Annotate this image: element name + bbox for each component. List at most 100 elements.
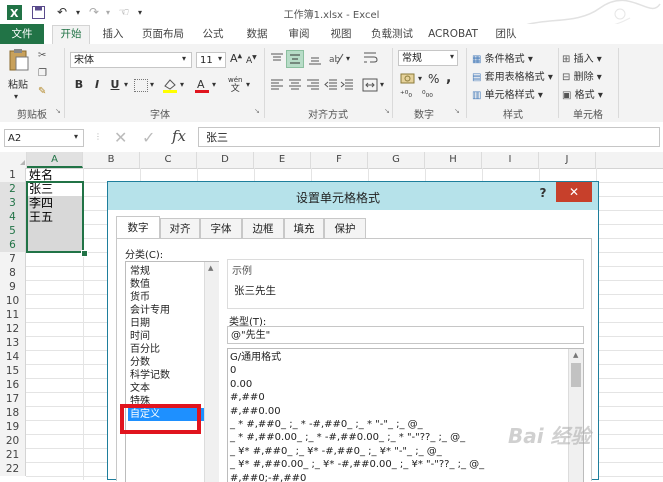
tab-protection[interactable]: 保护	[324, 218, 366, 238]
shrink-font-icon[interactable]: A▼	[246, 54, 257, 66]
bold-button[interactable]: B	[72, 78, 86, 92]
format-code-scrollbar[interactable]: ▲	[568, 349, 583, 482]
format-code-item[interactable]: #,##0;-#,##0	[230, 472, 306, 482]
tab-view[interactable]: 视图	[324, 26, 358, 44]
insert-function-button[interactable]: fx	[172, 127, 186, 145]
format-code-item[interactable]: 0.00	[230, 378, 252, 391]
confirm-entry-icon[interactable]: ✓	[142, 128, 155, 147]
row-header[interactable]: 18	[0, 406, 26, 420]
row-header[interactable]: 8	[0, 266, 26, 280]
italic-button[interactable]: I	[90, 78, 104, 92]
font-color-dropdown-icon[interactable]: ▾	[212, 80, 216, 89]
conditional-formatting-button[interactable]: ▦ 条件格式 ▾	[472, 50, 533, 65]
column-header-g[interactable]: G	[368, 152, 425, 168]
format-code-item[interactable]: _ * #,##0.00_ ;_ * -#,##0.00_ ;_ * "-"??…	[230, 431, 465, 444]
tab-number[interactable]: 数字	[116, 216, 160, 238]
number-launcher-icon[interactable]: ↘	[454, 107, 460, 115]
number-format-combobox[interactable]: 常规	[398, 50, 458, 66]
phonetic-icon[interactable]: wén 文	[228, 76, 242, 94]
underline-dropdown-icon[interactable]: ▾	[124, 80, 128, 89]
fill-handle[interactable]	[81, 250, 88, 257]
column-header-c[interactable]: C	[140, 152, 197, 168]
clipboard-launcher-icon[interactable]: ↘	[55, 107, 61, 115]
row-header[interactable]: 1	[0, 168, 26, 182]
row-header[interactable]: 10	[0, 294, 26, 308]
cancel-entry-icon[interactable]: ✕	[114, 128, 127, 147]
align-left-icon[interactable]	[270, 78, 284, 92]
row-header[interactable]: 6	[0, 238, 26, 252]
category-item[interactable]: 货币	[128, 291, 150, 304]
cell-a1[interactable]: 姓名	[27, 168, 83, 182]
row-header[interactable]: 15	[0, 364, 26, 378]
row-header[interactable]: 21	[0, 448, 26, 462]
increase-decimal-button[interactable]: ⁺⁰₀	[400, 90, 412, 100]
paste-dropdown-icon[interactable]: ▾	[14, 92, 18, 101]
tab-fill[interactable]: 填充	[284, 218, 324, 238]
paste-button[interactable]: 粘贴	[8, 76, 28, 91]
font-launcher-icon[interactable]: ↘	[254, 107, 260, 115]
format-code-item[interactable]: _ * #,##0_ ;_ * -#,##0_ ;_ * "-"_ ;_ @_	[230, 418, 423, 431]
row-header[interactable]: 16	[0, 378, 26, 392]
number-format-dropdown-icon[interactable]: ▾	[450, 52, 454, 61]
cell-styles-button[interactable]: ▥ 单元格样式 ▾	[472, 86, 543, 101]
row-header[interactable]: 3	[0, 196, 26, 210]
tab-review[interactable]: 审阅	[282, 26, 316, 44]
row-header[interactable]: 19	[0, 420, 26, 434]
name-box-dropdown-icon[interactable]: ▾	[74, 132, 78, 141]
decrease-indent-icon[interactable]	[324, 78, 338, 92]
font-color-icon[interactable]: A	[194, 77, 210, 93]
row-header[interactable]: 5	[0, 224, 26, 238]
percent-button[interactable]: %	[428, 72, 439, 86]
underline-button[interactable]: U	[108, 78, 122, 92]
column-header-a[interactable]: A	[27, 152, 83, 168]
format-painter-icon[interactable]: ✎	[38, 86, 46, 97]
format-code-item[interactable]: _ ¥* #,##0_ ;_ ¥* -#,##0_ ;_ ¥* "-"_ ;_ …	[230, 445, 442, 458]
close-button[interactable]: ✕	[556, 182, 592, 202]
border-dropdown-icon[interactable]: ▾	[150, 80, 154, 89]
currency-icon[interactable]	[400, 72, 416, 86]
category-item[interactable]: 分数	[128, 356, 150, 369]
format-code-item[interactable]: _ ¥* #,##0.00_ ;_ ¥* -#,##0.00_ ;_ ¥* "-…	[230, 458, 484, 471]
scroll-up-icon[interactable]: ▲	[573, 351, 578, 359]
scroll-up-icon[interactable]: ▲	[208, 264, 213, 272]
tab-data[interactable]: 数据	[240, 26, 274, 44]
row-header[interactable]: 7	[0, 252, 26, 266]
delete-cells-button[interactable]: ⊟ 删除 ▾	[562, 68, 602, 83]
fill-color-icon[interactable]	[162, 77, 178, 93]
category-item[interactable]: 科学记数	[128, 369, 170, 382]
align-top-icon[interactable]	[270, 52, 284, 66]
border-icon[interactable]	[134, 79, 148, 92]
category-listbox[interactable]: 常规 数值 货币 会计专用 日期 时间 百分比 分数 科学记数 文本 特殊 自定…	[125, 261, 219, 482]
merge-center-icon[interactable]	[362, 77, 378, 93]
tab-insert[interactable]: 插入	[96, 26, 130, 44]
column-header-i[interactable]: I	[482, 152, 539, 168]
scrollbar-thumb[interactable]	[571, 363, 581, 387]
align-middle-icon[interactable]	[286, 50, 304, 68]
tab-border[interactable]: 边框	[242, 218, 284, 238]
font-name-dropdown-icon[interactable]: ▾	[182, 54, 186, 63]
tab-load-test[interactable]: 负载测试	[366, 26, 418, 44]
column-header-j[interactable]: J	[539, 152, 596, 168]
column-header-b[interactable]: B	[83, 152, 140, 168]
orientation-dropdown-icon[interactable]: ▾	[346, 54, 350, 63]
category-item[interactable]: 会计专用	[128, 304, 170, 317]
alignment-launcher-icon[interactable]: ↘	[384, 107, 390, 115]
category-item[interactable]: 时间	[128, 330, 150, 343]
row-header[interactable]: 22	[0, 462, 26, 476]
type-input[interactable]: @"先生"	[227, 326, 584, 344]
column-header-d[interactable]: D	[197, 152, 254, 168]
column-header-h[interactable]: H	[425, 152, 482, 168]
format-as-table-button[interactable]: ▤ 套用表格格式 ▾	[472, 68, 553, 83]
category-item[interactable]: 数值	[128, 278, 150, 291]
phonetic-dropdown-icon[interactable]: ▾	[246, 80, 250, 89]
category-item[interactable]: 百分比	[128, 343, 160, 356]
column-header-f[interactable]: F	[311, 152, 368, 168]
increase-indent-icon[interactable]	[340, 78, 354, 92]
comma-style-button[interactable]: ,	[446, 70, 451, 86]
category-scrollbar[interactable]: ▲	[204, 262, 219, 482]
align-center-icon[interactable]	[288, 78, 302, 92]
tab-font[interactable]: 字体	[200, 218, 242, 238]
align-bottom-icon[interactable]	[308, 52, 322, 66]
category-item[interactable]: 文本	[128, 382, 150, 395]
column-header-e[interactable]: E	[254, 152, 311, 168]
